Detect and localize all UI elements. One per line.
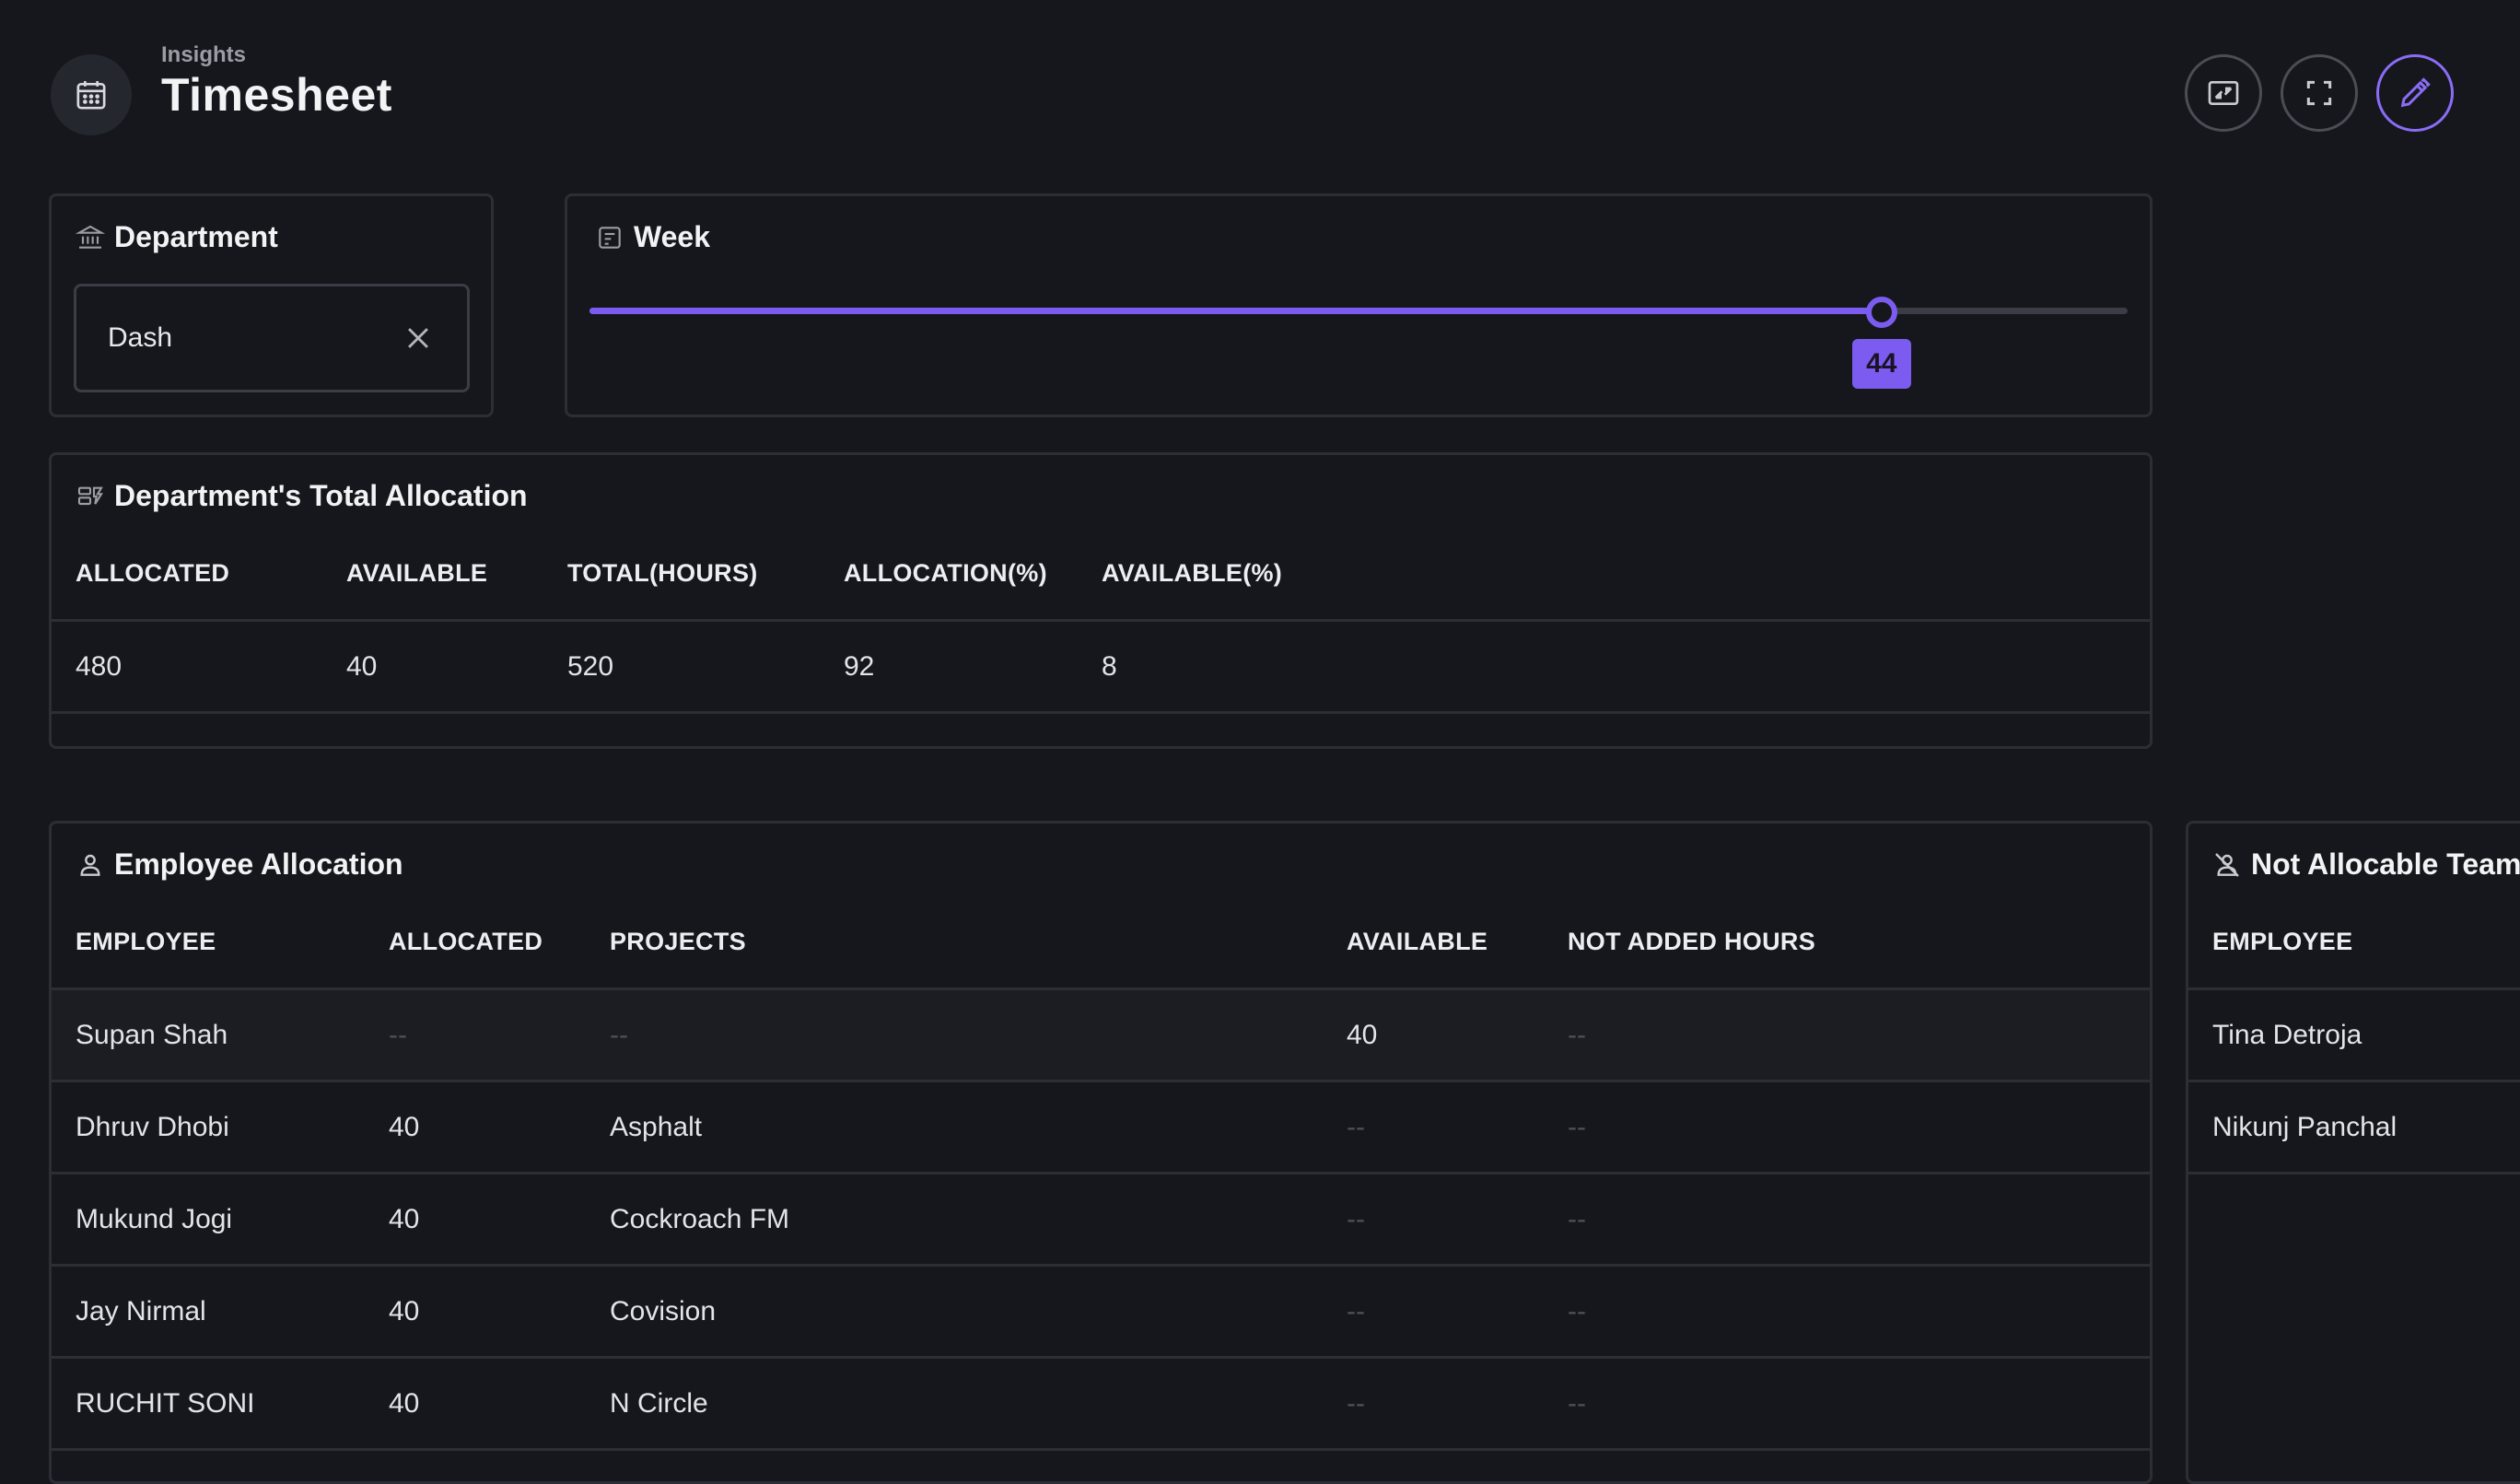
table-row: 480 40 520 92 8 xyxy=(52,620,2150,714)
clear-icon[interactable] xyxy=(402,322,434,354)
edit-button[interactable] xyxy=(2376,54,2454,132)
total-allocation-header: Department's Total Allocation xyxy=(76,479,528,513)
not-allocable-title: Not Allocable Team xyxy=(2251,847,2520,881)
not-allocable-team-card: Not Allocable Team EMPLOYEE Tina Detroja… xyxy=(2186,821,2520,1484)
fullscreen-button[interactable] xyxy=(2281,54,2358,132)
column-header: NOT ADDED HOURS xyxy=(1568,895,2150,990)
not-allocable-header: Not Allocable Team xyxy=(2212,847,2520,882)
allocated-cell: 40 xyxy=(389,1357,610,1451)
employee-cell: Nikunj Panchal xyxy=(2188,1081,2520,1174)
not-added-hours-cell: -- xyxy=(1568,988,2150,1082)
total-allocation-title: Department's Total Allocation xyxy=(114,479,528,512)
page-title: Timesheet xyxy=(161,69,392,121)
employee-cell: Mukund Jogi xyxy=(52,1173,389,1267)
employee-allocation-card: Employee Allocation EMPLOYEE ALLOCATED P… xyxy=(49,821,2152,1484)
total-allocation-card: Department's Total Allocation ALLOCATED … xyxy=(49,452,2152,749)
total-hours-cell: 520 xyxy=(567,620,844,714)
pencil-icon xyxy=(2400,77,2431,108)
employee-cell: Jay Nirmal xyxy=(52,1265,389,1359)
table-row[interactable]: Tina Detroja xyxy=(2188,988,2520,1082)
projects-cell: -- xyxy=(610,988,1347,1082)
week-slider[interactable]: 44 xyxy=(589,297,2128,389)
available-cell: -- xyxy=(1347,1357,1568,1451)
not-added-hours-cell: -- xyxy=(1568,1081,2150,1174)
available-cell: 40 xyxy=(346,620,567,714)
column-header: PROJECTS xyxy=(610,895,1347,990)
table-row[interactable]: RUCHIT SONI 40 N Circle -- -- xyxy=(52,1357,2150,1451)
column-header: TOTAL(HOURS) xyxy=(567,527,844,622)
employee-allocation-header: Employee Allocation xyxy=(76,847,403,882)
department-select-value: Dash xyxy=(108,322,173,353)
column-header: AVAILABLE(%) xyxy=(1102,527,2150,622)
employee-allocation-table: EMPLOYEE ALLOCATED PROJECTS AVAILABLE NO… xyxy=(52,895,2150,1451)
department-card-header: Department xyxy=(76,220,278,254)
allocation-icon xyxy=(77,486,103,505)
allocation-percent-cell: 92 xyxy=(844,620,1102,714)
table-row[interactable]: Mukund Jogi 40 Cockroach FM -- -- xyxy=(52,1173,2150,1267)
table-row[interactable]: Supan Shah -- -- 40 -- xyxy=(52,988,2150,1082)
week-card-header: Week xyxy=(595,220,710,254)
column-header: AVAILABLE xyxy=(346,527,567,622)
user-off-icon xyxy=(2215,852,2239,877)
employee-cell: Dhruv Dhobi xyxy=(52,1081,389,1174)
available-cell: 40 xyxy=(1347,988,1568,1082)
not-allocable-table: EMPLOYEE Tina Detroja Nikunj Panchal xyxy=(2188,895,2520,1174)
available-cell: -- xyxy=(1347,1173,1568,1267)
column-header: ALLOCATED xyxy=(52,527,346,622)
calendar-icon xyxy=(76,81,106,110)
column-header: ALLOCATION(%) xyxy=(844,527,1102,622)
week-value-badge: 44 xyxy=(1851,339,1911,389)
available-cell: -- xyxy=(1347,1081,1568,1174)
column-header: AVAILABLE xyxy=(1347,895,1568,990)
total-allocation-header-row: ALLOCATED AVAILABLE TOTAL(HOURS) ALLOCAT… xyxy=(52,527,2150,622)
fullscreen-icon xyxy=(2306,80,2332,106)
projects-cell: Covision xyxy=(610,1265,1347,1359)
week-card: Week xyxy=(565,193,2152,417)
column-header: EMPLOYEE xyxy=(52,895,389,990)
total-allocation-table: ALLOCATED AVAILABLE TOTAL(HOURS) ALLOCAT… xyxy=(52,527,2150,714)
projects-cell: N Circle xyxy=(610,1357,1347,1451)
employee-cell: Supan Shah xyxy=(52,988,389,1082)
bank-icon xyxy=(76,225,105,249)
allocated-cell: 480 xyxy=(52,620,346,714)
projects-cell: Cockroach FM xyxy=(610,1173,1347,1267)
allocated-cell: 40 xyxy=(389,1265,610,1359)
employee-allocation-title: Employee Allocation xyxy=(114,847,403,881)
table-row[interactable]: Dhruv Dhobi 40 Asphalt -- -- xyxy=(52,1081,2150,1174)
not-added-hours-cell: -- xyxy=(1568,1357,2150,1451)
breadcrumb[interactable]: Insights xyxy=(161,42,246,68)
not-added-hours-cell: -- xyxy=(1568,1265,2150,1359)
user-icon xyxy=(80,854,100,876)
allocated-cell: -- xyxy=(389,988,610,1082)
employee-allocation-header-row: EMPLOYEE ALLOCATED PROJECTS AVAILABLE NO… xyxy=(52,895,2150,990)
table-row[interactable]: Nikunj Panchal xyxy=(2188,1081,2520,1174)
week-slider-handle[interactable] xyxy=(1865,297,1897,328)
department-select[interactable]: Dash xyxy=(74,284,470,392)
calendar-avatar xyxy=(51,54,132,135)
column-header: ALLOCATED xyxy=(389,895,610,990)
calendar-week-icon xyxy=(599,226,621,249)
not-added-hours-cell: -- xyxy=(1568,1173,2150,1267)
picture-in-picture-icon xyxy=(2208,81,2239,105)
available-cell: -- xyxy=(1347,1265,1568,1359)
column-header: EMPLOYEE xyxy=(2188,895,2520,990)
department-card-title: Department xyxy=(114,220,278,253)
allocated-cell: 40 xyxy=(389,1081,610,1174)
allocated-cell: 40 xyxy=(389,1173,610,1267)
week-card-title: Week xyxy=(634,220,711,253)
table-row[interactable]: Jay Nirmal 40 Covision -- -- xyxy=(52,1265,2150,1359)
projects-cell: Asphalt xyxy=(610,1081,1347,1174)
not-allocable-header-row: EMPLOYEE xyxy=(2188,895,2520,990)
available-percent-cell: 8 xyxy=(1102,620,2150,714)
picture-in-picture-button[interactable] xyxy=(2185,54,2262,132)
week-slider-fill xyxy=(589,308,1882,314)
employee-cell: Tina Detroja xyxy=(2188,988,2520,1082)
employee-cell: RUCHIT SONI xyxy=(52,1357,389,1451)
